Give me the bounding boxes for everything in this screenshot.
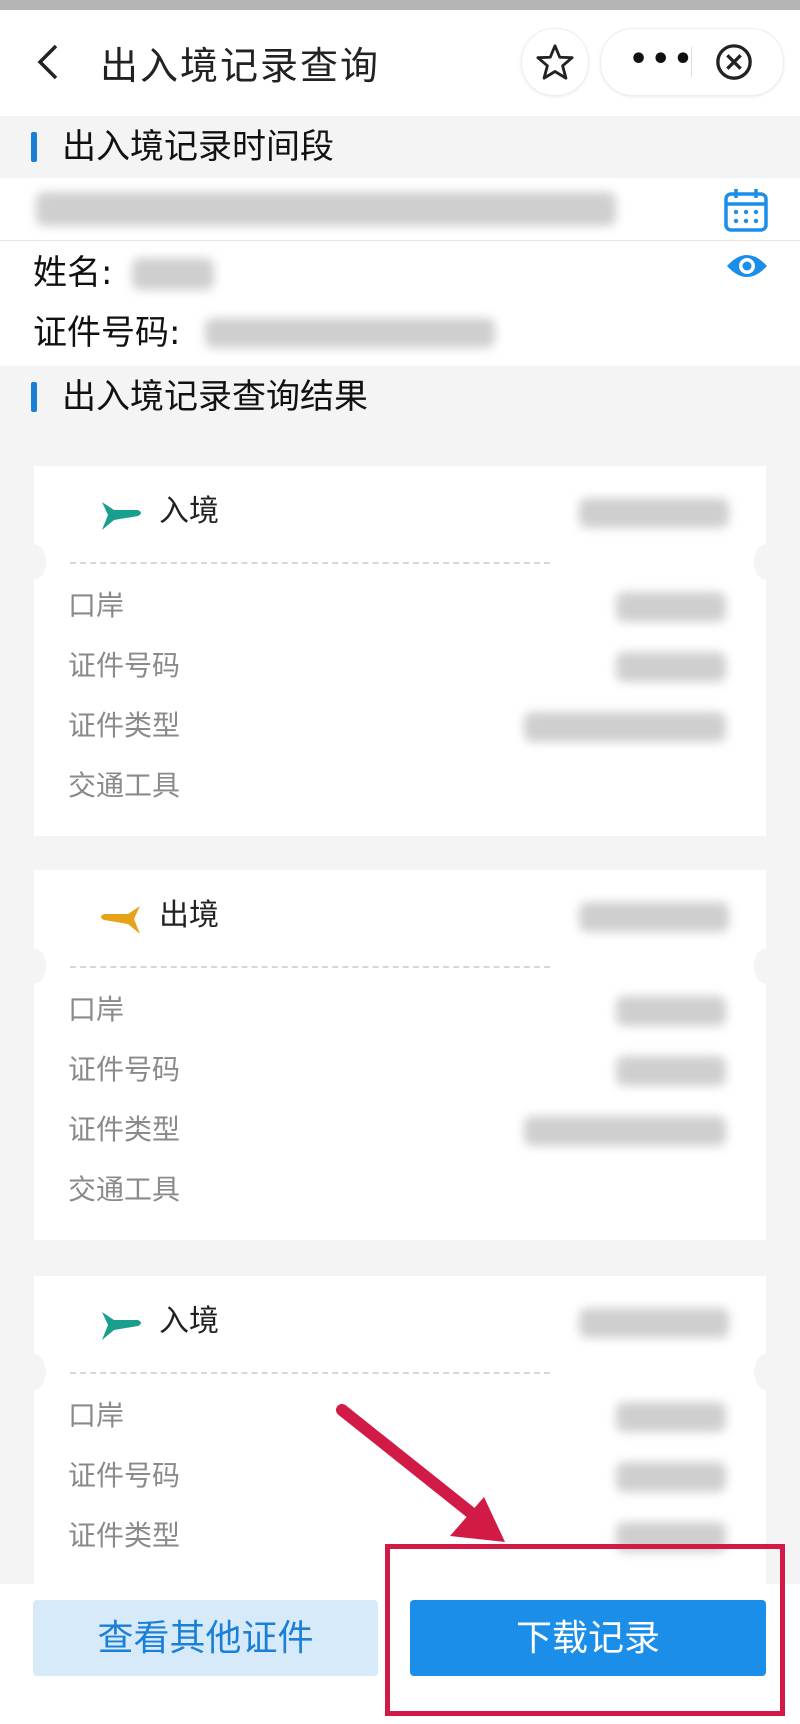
id-no-label: 证件号码 — [68, 649, 181, 682]
transport-label: 交通工具 — [68, 769, 181, 802]
eye-icon[interactable] — [725, 248, 769, 284]
record-header: 出境 — [34, 870, 766, 966]
record-datetime — [579, 1308, 729, 1338]
ticket-notch — [22, 544, 46, 580]
dashed-divider — [70, 1372, 550, 1374]
section-marker — [31, 382, 37, 412]
record-datetime — [579, 902, 729, 932]
record-card[interactable]: 入境 口岸 证件号码 证件类型 交通工具 — [22, 466, 778, 836]
id-type-value — [524, 712, 726, 742]
period-section-header: 出入境记录时间段 — [0, 116, 800, 178]
id-type-label: 证件类型 — [68, 709, 181, 742]
id-number-label: 证件号码: — [33, 313, 181, 353]
period-section-title: 出入境记录时间段 — [62, 127, 334, 167]
record-datetime — [579, 498, 729, 528]
record-type: 入境 — [159, 494, 219, 529]
ticket-notch — [22, 948, 46, 984]
airplane-departure-icon — [101, 906, 140, 934]
port-label: 口岸 — [68, 589, 125, 622]
id-type-value — [524, 1116, 726, 1146]
page-title: 出入境记录查询 — [100, 44, 381, 88]
mini-program-capsule: ••• — [600, 28, 784, 96]
name-label: 姓名: — [33, 253, 113, 293]
back-arrow-icon[interactable] — [30, 42, 70, 82]
id-no-label: 证件号码 — [68, 1459, 181, 1492]
port-value — [616, 592, 726, 622]
record-header: 入境 — [34, 466, 766, 562]
more-icon[interactable]: ••• — [629, 45, 696, 75]
id-type-label: 证件类型 — [68, 1113, 181, 1146]
star-icon — [536, 44, 574, 80]
port-value — [616, 996, 726, 1026]
record-card[interactable]: 出境 口岸 证件号码 证件类型 交通工具 — [22, 870, 778, 1240]
favorite-button[interactable] — [521, 28, 589, 96]
date-range-row[interactable] — [0, 178, 800, 241]
id-no-value — [616, 652, 726, 682]
date-range-value — [36, 192, 616, 226]
section-marker — [31, 132, 37, 162]
highlight-box — [385, 1544, 785, 1716]
airplane-arrival-icon — [102, 502, 141, 530]
record-type: 出境 — [159, 898, 219, 933]
id-no-label: 证件号码 — [68, 1053, 181, 1086]
ticket-notch — [754, 948, 778, 984]
id-number-value — [205, 318, 495, 348]
port-label: 口岸 — [68, 993, 125, 1026]
close-icon[interactable] — [715, 43, 753, 81]
dashed-divider — [70, 966, 550, 968]
transport-label: 交通工具 — [68, 1173, 181, 1206]
ticket-notch — [754, 544, 778, 580]
port-value — [616, 1402, 726, 1432]
results-section-header: 出入境记录查询结果 — [0, 366, 800, 428]
nav-bar: 出入境记录查询 ••• — [0, 10, 800, 116]
status-strip — [0, 0, 800, 10]
name-value — [132, 258, 214, 290]
airplane-arrival-icon — [102, 1312, 141, 1340]
record-header: 入境 — [34, 1276, 766, 1372]
record-type: 入境 — [159, 1304, 219, 1339]
capsule-divider — [691, 47, 692, 77]
dashed-divider — [70, 562, 550, 564]
record-card[interactable]: 入境 口岸 证件号码 证件类型 — [22, 1276, 778, 1584]
query-info: 姓名: 证件号码: — [0, 178, 800, 366]
ticket-notch — [22, 1354, 46, 1390]
id-no-value — [616, 1462, 726, 1492]
id-no-value — [616, 1056, 726, 1086]
view-other-documents-button[interactable]: 查看其他证件 — [33, 1600, 378, 1676]
calendar-icon[interactable] — [722, 186, 770, 234]
id-type-label: 证件类型 — [68, 1519, 181, 1552]
ticket-notch — [754, 1354, 778, 1390]
port-label: 口岸 — [68, 1399, 125, 1432]
results-section-title: 出入境记录查询结果 — [62, 377, 368, 417]
